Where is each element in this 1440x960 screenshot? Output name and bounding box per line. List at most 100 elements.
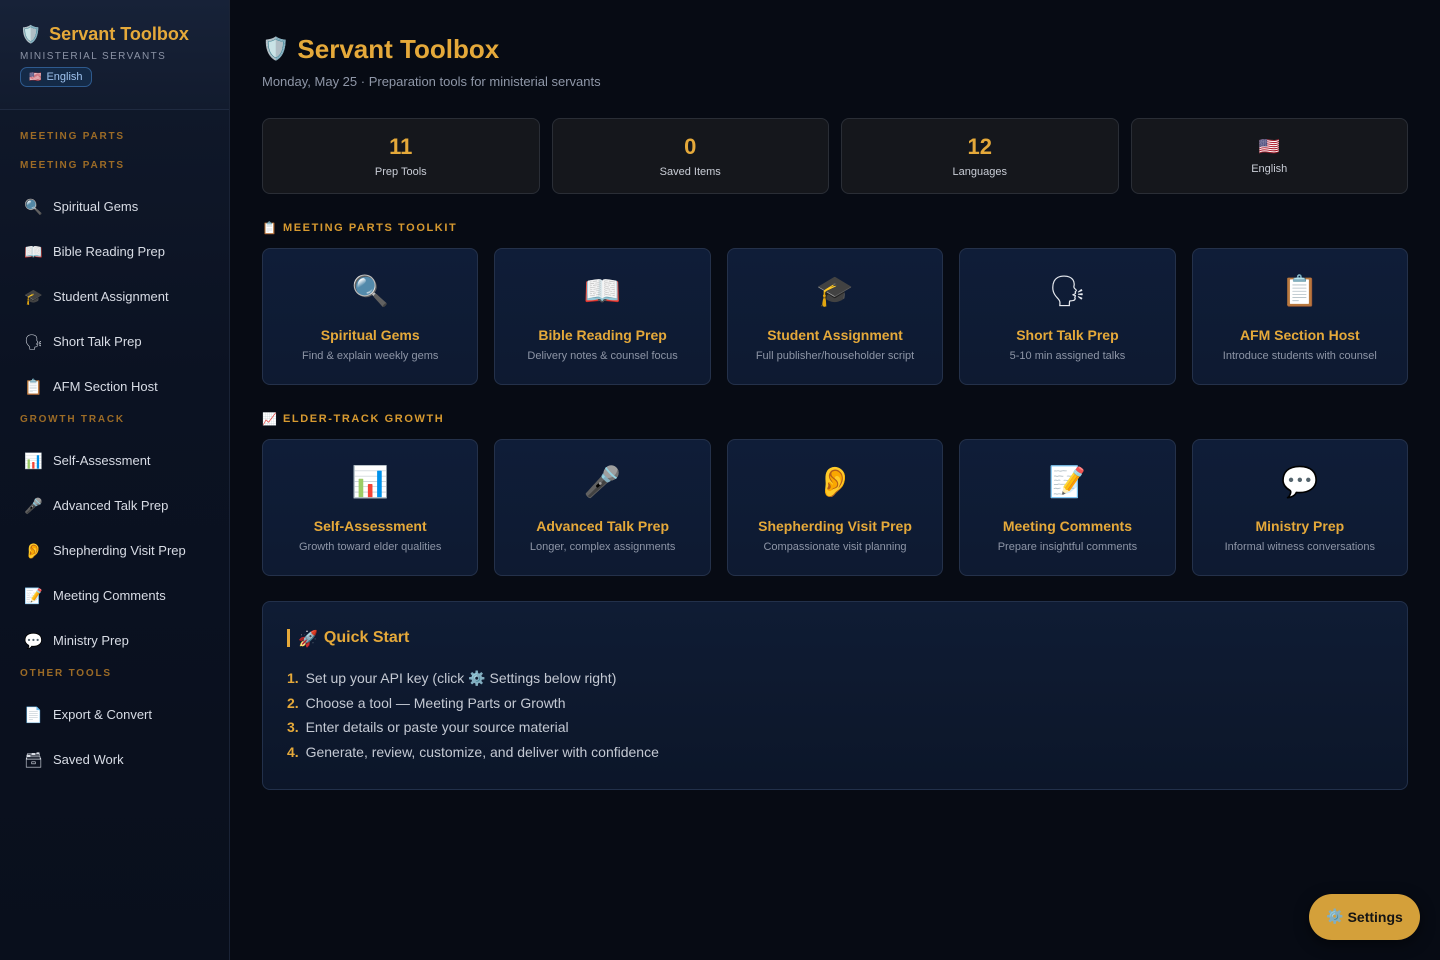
tool-card-desc: Informal witness conversations — [1224, 541, 1376, 553]
us-flag-icon: 🇺🇸 — [29, 71, 42, 83]
tool-card-spiritual-gems[interactable]: 🔍 Spiritual Gems Find & explain weekly g… — [262, 248, 479, 385]
tool-card-ministry-prep[interactable]: 💬 Ministry Prep Informal witness convers… — [1191, 439, 1409, 576]
tool-card-afm-host[interactable]: 📋 AFM Section Host Introduce students wi… — [1191, 248, 1409, 385]
tool-card-title: Advanced Talk Prep — [536, 518, 669, 534]
tool-card-bible-reading[interactable]: 📖 Bible Reading Prep Delivery notes & co… — [494, 248, 711, 385]
sidebar-item-self-assessment[interactable]: 📊 Self-Assessment — [0, 438, 229, 483]
tool-card-title: Self-Assessment — [313, 518, 427, 534]
tool-card-short-talk[interactable]: 🗣 Short Talk Prep 5-10 min assigned talk… — [959, 248, 1176, 385]
speech-bubble-icon: 💬 — [1281, 465, 1319, 500]
stat-value: 11 — [389, 134, 413, 159]
speech-bubble-icon: 💬 — [24, 631, 43, 650]
step-text: Enter details or paste your source mater… — [305, 719, 569, 735]
quick-start-title-text: Quick Start — [323, 629, 410, 646]
shield-icon: 🛡️ — [20, 24, 42, 45]
memo-icon: 📝 — [1048, 465, 1087, 500]
sidebar-item-student-assignment[interactable]: 🎓 Student Assignment — [0, 274, 229, 319]
stat-prep-tools: 11 Prep Tools — [262, 118, 540, 194]
step-text: Choose a tool — Meeting Parts or Growth — [305, 694, 566, 711]
step-number: 3. — [287, 719, 299, 735]
step-text: Set up your API key (click ⚙️ Settings b… — [305, 670, 617, 686]
shield-icon: 🛡️ — [262, 37, 290, 62]
sidebar-item-advanced-talk[interactable]: 🎤 Advanced Talk Prep — [0, 483, 229, 528]
memo-icon: 📝 — [24, 586, 43, 605]
sidebar-item-label: Meeting Comments — [53, 588, 166, 603]
tool-card-advanced-talk[interactable]: 🎤 Advanced Talk Prep Longer, complex ass… — [494, 439, 711, 576]
stat-label: Languages — [952, 166, 1007, 178]
clipboard-icon: 📋 — [262, 221, 277, 235]
page-title: 🛡️ Servant Toolbox — [262, 34, 499, 65]
section-heading-meeting-toolkit: 📋 MEETING PARTS TOOLKIT — [262, 221, 457, 235]
sidebar-item-bible-reading[interactable]: 📖 Bible Reading Prep — [0, 229, 229, 274]
microphone-icon: 🎤 — [583, 465, 622, 500]
language-selector[interactable]: 🇺🇸 English — [20, 67, 92, 87]
tool-card-desc: Longer, complex assignments — [529, 541, 676, 553]
tool-card-title: Meeting Comments — [1002, 518, 1132, 534]
stat-language[interactable]: 🇺🇸 English — [1130, 118, 1408, 194]
graduation-cap-icon: 🎓 — [24, 287, 43, 306]
sidebar-item-label: Export & Convert — [53, 707, 152, 722]
step-text: Generate, review, customize, and deliver… — [305, 743, 659, 760]
page-title-text: Servant Toolbox — [297, 34, 500, 64]
tool-card-desc: Introduce students with counsel — [1222, 350, 1377, 362]
quick-start-step: 3. Enter details or paste your source ma… — [287, 719, 1383, 744]
clipboard-icon: 📋 — [1281, 274, 1319, 309]
sidebar-item-label: Student Assignment — [53, 289, 169, 304]
tool-card-desc: Growth toward elder qualities — [298, 541, 442, 553]
tool-card-title: AFM Section Host — [1239, 327, 1360, 343]
ear-icon: 👂 — [816, 465, 854, 500]
tool-card-title: Shepherding Visit Prep — [758, 518, 912, 534]
sidebar-item-afm-host[interactable]: 📋 AFM Section Host — [0, 364, 229, 409]
stats-row: 11 Prep Tools 0 Saved Items 12 Languages… — [262, 118, 1408, 194]
us-flag-icon: 🇺🇸 — [1258, 137, 1280, 157]
sidebar-item-label: Saved Work — [53, 752, 124, 767]
tool-card-meeting-comments[interactable]: 📝 Meeting Comments Prepare insightful co… — [959, 439, 1176, 576]
brand-title[interactable]: 🛡️ Servant Toolbox — [20, 24, 209, 45]
growth-tools-grid: 📊 Self-Assessment Growth toward elder qu… — [262, 439, 1409, 576]
file-box-icon: 🗃 — [24, 750, 44, 769]
tool-card-desc: 5-10 min assigned talks — [1009, 350, 1126, 362]
tool-card-desc: Compassionate visit planning — [763, 541, 907, 553]
quick-start-title: 🚀 Quick Start — [287, 629, 1383, 648]
tool-card-student-assignment[interactable]: 🎓 Student Assignment Full publisher/hous… — [726, 248, 944, 385]
bar-chart-icon: 📊 — [24, 451, 43, 470]
section-heading-growth: 📈 ELDER-TRACK GROWTH — [262, 412, 444, 426]
quick-start-steps: 1. Set up your API key (click ⚙️ Setting… — [287, 670, 1383, 768]
ear-icon: 👂 — [24, 541, 43, 560]
settings-button[interactable]: ⚙️ Settings — [1309, 894, 1420, 940]
quick-start-panel: 🚀 Quick Start 1. Set up your API key (cl… — [262, 601, 1408, 790]
page-subtitle: Monday, May 25 · Preparation tools for m… — [262, 74, 601, 89]
tool-card-title: Student Assignment — [767, 327, 903, 343]
step-number: 1. — [287, 670, 299, 686]
quick-start-step: 4. Generate, review, customize, and deli… — [287, 744, 1383, 769]
sidebar-item-label: Ministry Prep — [53, 633, 129, 648]
sidebar-item-meeting-comments[interactable]: 📝 Meeting Comments — [0, 573, 229, 618]
sidebar-item-label: Spiritual Gems — [53, 199, 139, 214]
sidebar-item-label: Short Talk Prep — [53, 334, 142, 349]
sidebar-item-saved-work[interactable]: 🗃 Saved Work — [0, 737, 229, 782]
sidebar-item-shepherding[interactable]: 👂 Shepherding Visit Prep — [0, 528, 229, 573]
tool-card-title: Ministry Prep — [1255, 518, 1345, 534]
stat-saved-items: 0 Saved Items — [551, 118, 829, 194]
tool-card-shepherding[interactable]: 👂 Shepherding Visit Prep Compassionate v… — [726, 439, 944, 576]
quick-start-step: 1. Set up your API key (click ⚙️ Setting… — [287, 670, 1383, 695]
book-icon: 📖 — [24, 242, 43, 261]
brand-subtitle: MINISTERIAL SERVANTS — [20, 51, 167, 62]
sidebar-item-ministry-prep[interactable]: 💬 Ministry Prep — [0, 618, 229, 663]
sidebar: 🛡️ Servant Toolbox MINISTERIAL SERVANTS … — [0, 0, 230, 960]
tool-card-self-assessment[interactable]: 📊 Self-Assessment Growth toward elder qu… — [262, 439, 479, 576]
sidebar-item-label: AFM Section Host — [53, 379, 158, 394]
sidebar-item-label: Self-Assessment — [53, 453, 151, 468]
meeting-tools-grid: 🔍 Spiritual Gems Find & explain weekly g… — [262, 248, 1409, 385]
magnifier-icon: 🔍 — [24, 197, 43, 216]
document-icon: 📄 — [24, 705, 43, 724]
step-number: 4. — [287, 743, 299, 760]
sidebar-item-spiritual-gems[interactable]: 🔍 Spiritual Gems — [0, 184, 229, 229]
stat-languages: 12 Languages — [841, 118, 1119, 194]
speaking-head-icon: 🗣 — [1048, 274, 1087, 309]
brand-header: 🛡️ Servant Toolbox MINISTERIAL SERVANTS … — [0, 0, 229, 110]
tool-card-title: Spiritual Gems — [320, 327, 420, 343]
sidebar-item-label: Advanced Talk Prep — [53, 498, 169, 513]
sidebar-item-export[interactable]: 📄 Export & Convert — [0, 692, 229, 737]
sidebar-item-short-talk[interactable]: 🗣 Short Talk Prep — [0, 319, 229, 364]
